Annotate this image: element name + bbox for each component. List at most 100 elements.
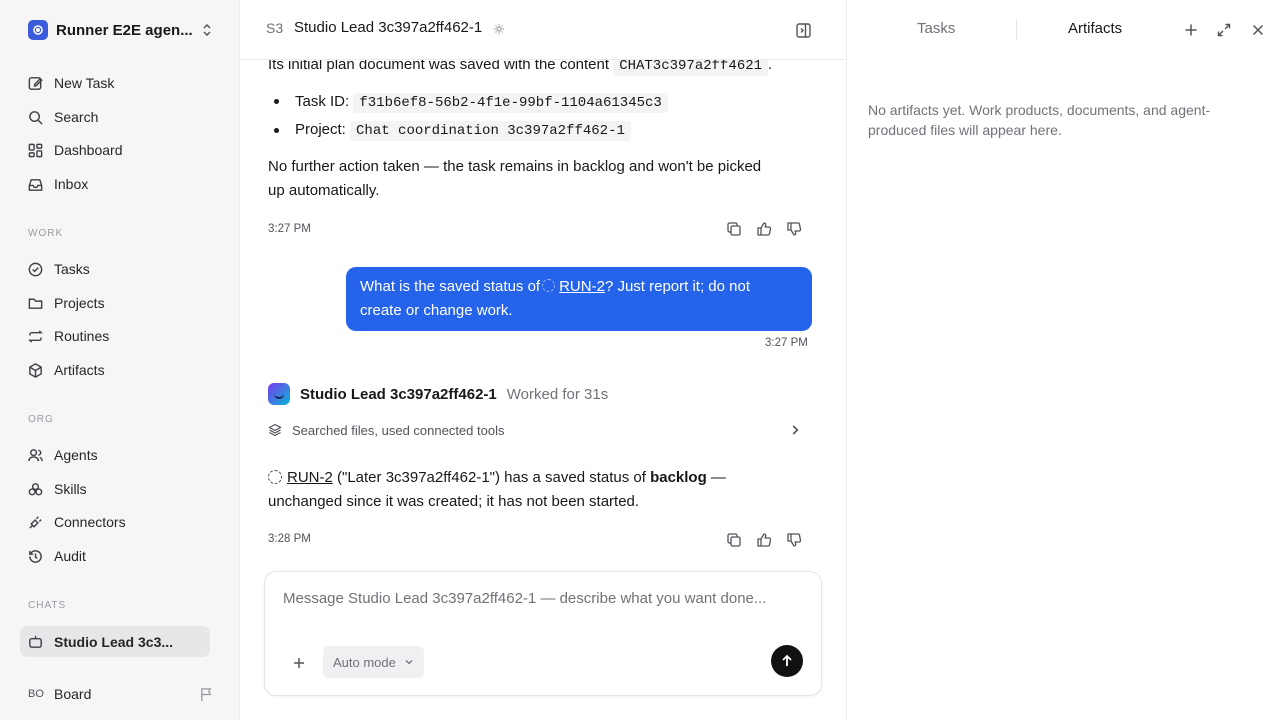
message-text: create or change work. bbox=[360, 302, 513, 319]
plus-icon bbox=[294, 658, 304, 668]
expand-icon[interactable] bbox=[1216, 22, 1232, 38]
message-line: No further action taken — the task remai… bbox=[268, 158, 762, 175]
message-line: up automatically. bbox=[268, 182, 380, 199]
inbox-icon bbox=[28, 178, 43, 191]
project-label: Project: bbox=[295, 121, 346, 138]
agent-name: Studio Lead 3c397a2ff462-1 bbox=[300, 385, 497, 403]
tab-tasks[interactable]: Tasks bbox=[917, 20, 955, 37]
repeat-icon bbox=[28, 329, 43, 343]
sidebar-item-label: Inbox bbox=[54, 176, 89, 192]
message-text: ("Later 3c397a2ff462-1") has a saved sta… bbox=[332, 469, 651, 486]
message-text: — bbox=[706, 469, 726, 486]
sidebar-item-dashboard[interactable]: Dashboard bbox=[20, 135, 210, 165]
avatar bbox=[268, 383, 290, 405]
chat-badge: S3 bbox=[266, 20, 284, 36]
sidebar-item-label: Skills bbox=[54, 481, 87, 497]
sidebar-item-inbox[interactable]: Inbox bbox=[20, 169, 210, 199]
message-timestamp: 3:27 PM bbox=[268, 223, 311, 235]
copy-icon[interactable] bbox=[726, 532, 742, 548]
status-circle-icon bbox=[542, 279, 556, 292]
sidebar-item-label: New Task bbox=[54, 75, 115, 91]
sidebar-item-label: Connectors bbox=[54, 514, 126, 530]
gear-icon[interactable] bbox=[493, 23, 505, 35]
message-text: What is the saved status of bbox=[360, 278, 541, 295]
users-icon bbox=[28, 448, 43, 461]
sidebar-item-label: Routines bbox=[54, 328, 110, 344]
message-timestamp: 3:27 PM bbox=[765, 337, 808, 349]
tab-divider bbox=[1016, 20, 1017, 40]
send-button[interactable] bbox=[771, 645, 803, 677]
project-value: Chat coordination 3c397a2ff462-1 bbox=[350, 121, 631, 141]
project-line: Project: Chat coordination 3c397a2ff462-… bbox=[295, 118, 631, 143]
task-id-label: Task ID: bbox=[295, 93, 350, 110]
agent-answer: RUN-2 ("Later 3c397a2ff462-1") has a sav… bbox=[268, 466, 808, 514]
message-composer: Auto mode bbox=[264, 571, 822, 696]
mode-select[interactable]: Auto mode bbox=[323, 646, 424, 678]
sidebar-item-agents[interactable]: Agents bbox=[20, 440, 210, 470]
thumbs-up-icon[interactable] bbox=[756, 221, 772, 237]
sidebar-item-label: Tasks bbox=[54, 261, 90, 277]
workspace-switcher[interactable]: Runner E2E agen... bbox=[28, 18, 214, 42]
sidebar-item-connectors[interactable]: Connectors bbox=[20, 507, 210, 537]
page-title: Studio Lead 3c397a2ff462-1 bbox=[294, 19, 483, 36]
tab-artifacts[interactable]: Artifacts bbox=[1068, 20, 1122, 37]
toggle-panel-icon[interactable] bbox=[795, 22, 812, 39]
sidebar-item-audit[interactable]: Audit bbox=[20, 541, 210, 571]
workspace-logo-icon bbox=[28, 20, 48, 40]
message-actions bbox=[726, 532, 802, 548]
task-link[interactable]: RUN-2 bbox=[287, 469, 333, 486]
board-switcher[interactable]: BO Board bbox=[28, 682, 214, 706]
copy-icon[interactable] bbox=[726, 221, 742, 237]
sidebar-item-artifacts[interactable]: Artifacts bbox=[20, 355, 210, 385]
thumbs-down-icon[interactable] bbox=[786, 221, 802, 237]
tool-usage-summary[interactable]: Searched files, used connected tools bbox=[268, 420, 812, 440]
sidebar-item-search[interactable]: Search bbox=[20, 102, 210, 132]
sidebar-item-chat-studio-lead[interactable]: Studio Lead 3c3... bbox=[20, 626, 210, 657]
close-icon[interactable] bbox=[1250, 22, 1266, 38]
chat-main: S3 Studio Lead 3c397a2ff462-1 Its initia… bbox=[240, 0, 846, 720]
sidebar-item-label: Studio Lead 3c3... bbox=[54, 633, 174, 650]
sidebar: Runner E2E agen... New Task Search Dashb… bbox=[0, 0, 240, 720]
box-icon bbox=[29, 362, 42, 378]
sidebar-item-label: Projects bbox=[54, 295, 105, 311]
sidebar-item-new-task[interactable]: New Task bbox=[20, 68, 210, 98]
arrow-up-icon bbox=[782, 654, 792, 666]
layers-icon bbox=[268, 423, 282, 437]
empty-state-message: No artifacts yet. Work products, documen… bbox=[868, 100, 1268, 140]
search-icon bbox=[29, 110, 43, 125]
status-circle-icon bbox=[268, 470, 282, 484]
bullet-dot bbox=[274, 99, 279, 104]
message-timestamp: 3:28 PM bbox=[268, 533, 311, 545]
section-label-work: WORK bbox=[28, 228, 64, 239]
sidebar-item-projects[interactable]: Projects bbox=[20, 288, 210, 318]
chevron-down-icon bbox=[405, 660, 413, 665]
section-label-org: ORG bbox=[28, 414, 54, 425]
message-actions bbox=[726, 221, 802, 237]
chevron-right-icon bbox=[792, 425, 799, 435]
sidebar-item-label: Dashboard bbox=[54, 142, 123, 158]
sidebar-item-routines[interactable]: Routines bbox=[20, 321, 210, 351]
sidebar-item-tasks[interactable]: Tasks bbox=[20, 254, 210, 284]
sidebar-item-label: Artifacts bbox=[54, 362, 105, 378]
thumbs-down-icon[interactable] bbox=[786, 532, 802, 548]
plus-icon[interactable] bbox=[1183, 22, 1199, 38]
plug-icon bbox=[29, 515, 42, 529]
message-input[interactable] bbox=[283, 590, 803, 607]
mode-label: Auto mode bbox=[333, 654, 396, 670]
message-text: ? Just report it; do not bbox=[604, 278, 751, 295]
check-circle-icon bbox=[28, 262, 43, 276]
sidebar-item-label: Audit bbox=[54, 548, 86, 564]
history-icon bbox=[29, 549, 42, 563]
dashboard-icon bbox=[28, 143, 43, 157]
sidebar-item-skills[interactable]: Skills bbox=[20, 474, 210, 504]
flag-icon[interactable] bbox=[199, 687, 214, 702]
task-id-line: Task ID: f31b6ef8-56b2-4f1e-99bf-1104a61… bbox=[295, 90, 668, 115]
bullet-dot bbox=[274, 128, 279, 133]
board-badge: BO bbox=[28, 688, 44, 700]
empty-state-line: produced files will appear here. bbox=[868, 122, 1062, 138]
workspace-name: Runner E2E agen... bbox=[56, 21, 193, 39]
task-link[interactable]: RUN-2 bbox=[559, 278, 605, 295]
attach-button[interactable] bbox=[289, 653, 309, 673]
artifacts-panel: Tasks Artifacts No artifacts yet. Work p… bbox=[846, 0, 1280, 720]
thumbs-up-icon[interactable] bbox=[756, 532, 772, 548]
